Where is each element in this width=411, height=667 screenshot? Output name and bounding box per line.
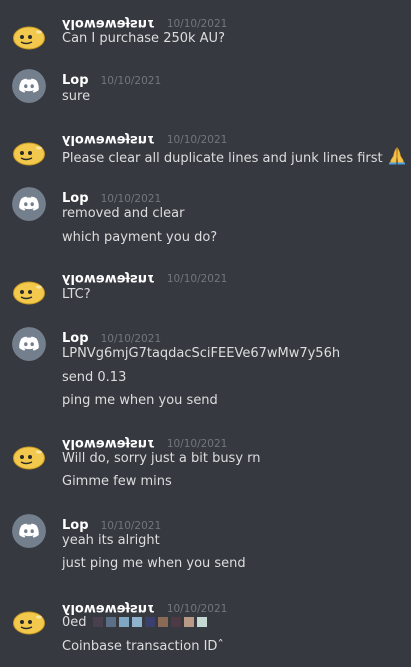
timestamp: 10/10/2021 — [100, 333, 162, 345]
message-text: Coinbase transaction IDˆ — [62, 639, 224, 654]
author-name[interactable]: Lop — [62, 73, 89, 88]
message-text: send 0.13 — [62, 370, 127, 385]
message-text: sure — [62, 89, 91, 104]
redacted-block — [144, 617, 155, 627]
message-text: just ping me when you send — [62, 556, 246, 571]
redacted-block — [183, 617, 194, 627]
redacted-block — [92, 617, 103, 627]
message-header: Lop 10/10/2021 — [62, 187, 162, 206]
message-text: 0ed — [62, 614, 210, 632]
message-header: Lop 10/10/2021 — [62, 69, 162, 88]
redacted-block — [196, 617, 207, 627]
discord-avatar[interactable] — [12, 327, 46, 361]
message-text: LTC? — [62, 287, 91, 302]
timestamp: 10/10/2021 — [100, 193, 162, 205]
message-header: ʎlowǝwǝɟsnɾ 10/10/2021 — [62, 597, 227, 616]
message-text: ping me when you send — [62, 393, 218, 408]
redacted-block — [157, 617, 168, 627]
redacted-block — [105, 617, 116, 627]
message-text: Will do, sorry just a bit busy rn — [62, 451, 261, 466]
folded-hands-icon — [387, 147, 407, 171]
lemon-avatar[interactable] — [12, 20, 46, 54]
redacted-block — [131, 617, 142, 627]
message-text: removed and clear — [62, 206, 185, 221]
timestamp: 10/10/2021 — [166, 273, 228, 285]
author-name[interactable]: ʎlowǝwǝɟsnɾ — [62, 436, 155, 451]
message-text: LPNVg6mjG7taqdacSciFEEVe67wMw7y56h — [62, 346, 341, 361]
timestamp: 10/10/2021 — [100, 520, 162, 532]
lemon-avatar[interactable] — [12, 605, 46, 639]
message-text-content: Please clear all duplicate lines and jun… — [62, 151, 383, 166]
discord-avatar[interactable] — [12, 187, 46, 221]
lemon-avatar[interactable] — [12, 275, 46, 309]
author-name[interactable]: Lop — [62, 518, 89, 533]
redacted-block — [170, 617, 181, 627]
timestamp: 10/10/2021 — [100, 75, 162, 87]
message-header: ʎlowǝwǝɟsnɾ 10/10/2021 — [62, 432, 228, 451]
message-text: Can I purchase 250k AU? — [62, 31, 225, 46]
chat-log: ʎlowǝwǝɟsnɾ 10/10/2021 Can I purchase 25… — [0, 0, 411, 667]
message-header: ʎlowǝwǝɟsnɾ 10/10/2021 — [62, 128, 228, 147]
redacted-block — [118, 617, 129, 627]
message-header: Lop 10/10/2021 — [62, 514, 162, 533]
timestamp: 10/10/2021 — [166, 18, 228, 30]
discord-avatar[interactable] — [12, 69, 46, 103]
lemon-avatar[interactable] — [12, 440, 46, 474]
message-text: which payment you do? — [62, 230, 218, 245]
author-name[interactable]: Lop — [62, 331, 89, 346]
author-name[interactable]: ʎlowǝwǝɟsnɾ — [62, 16, 155, 31]
author-name[interactable]: Lop — [62, 191, 89, 206]
message-text: yeah its alright — [62, 533, 160, 548]
redacted-id-blocks — [92, 615, 210, 633]
message-text: Gimme few mins — [62, 474, 172, 489]
author-name[interactable]: ʎlowǝwǝɟsnɾ — [62, 271, 155, 286]
message-header: ʎlowǝwǝɟsnɾ 10/10/2021 — [62, 12, 228, 31]
lemon-avatar[interactable] — [12, 136, 46, 170]
timestamp: 10/10/2021 — [166, 438, 228, 450]
message-header: ʎlowǝwǝɟsnɾ 10/10/2021 — [62, 267, 228, 286]
timestamp: 10/10/2021 — [166, 134, 228, 146]
discord-avatar[interactable] — [12, 514, 46, 548]
message-text-content: 0ed — [62, 615, 87, 630]
author-name[interactable]: ʎlowǝwǝɟsnɾ — [62, 132, 155, 147]
message-text: Please clear all duplicate lines and jun… — [62, 147, 407, 166]
message-header: Lop 10/10/2021 — [62, 327, 162, 346]
